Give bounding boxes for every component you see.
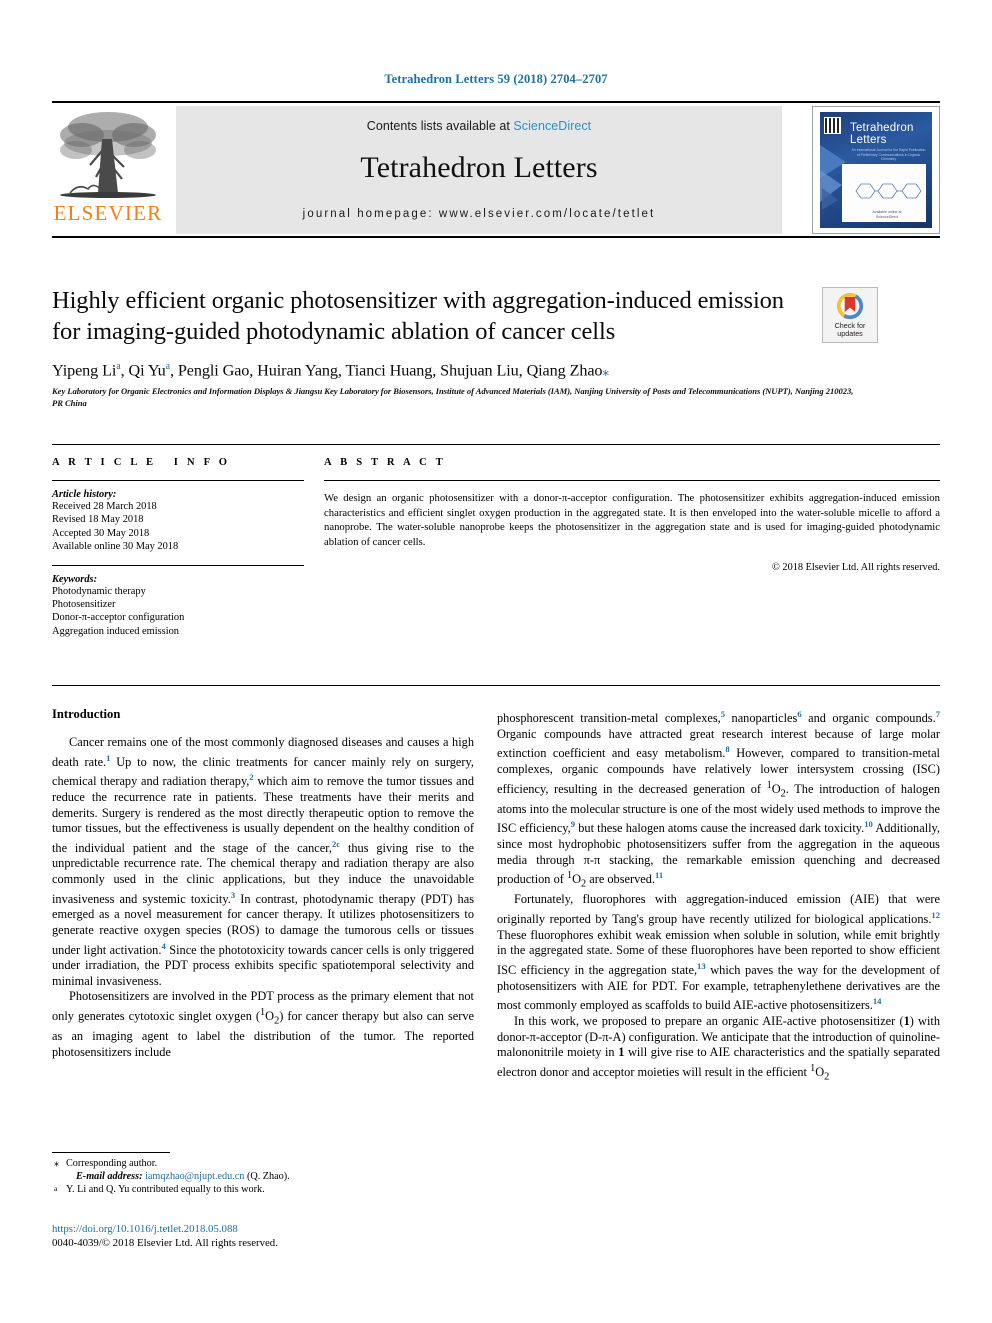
abstract-column: A B S T R A C T We design an organic pho… — [324, 457, 940, 573]
article-info-divider — [52, 480, 304, 481]
keywords-divider — [52, 564, 304, 566]
footnote-corresponding: ⁎ Corresponding author. — [52, 1157, 474, 1170]
email-link[interactable]: iamqzhao@njupt.edu.cn — [145, 1171, 244, 1182]
sciencedirect-link[interactable]: ScienceDirect — [513, 119, 591, 133]
journal-banner: Contents lists available at ScienceDirec… — [176, 106, 782, 234]
article-info-heading: A R T I C L E I N F O — [52, 457, 231, 468]
elsevier-tree-icon — [60, 112, 156, 198]
abstract-heading: A B S T R A C T — [324, 457, 446, 468]
keyword-item: Photosensitizer — [52, 599, 116, 611]
footnote-email: E-mail address: iamqzhao@njupt.edu.cn (Q… — [52, 1170, 474, 1183]
history-available-online: Available online 30 May 2018 — [52, 541, 179, 553]
cover-subtitle: An International Journal for the Rapid P… — [851, 148, 926, 161]
history-accepted: Accepted 30 May 2018 — [52, 527, 150, 539]
abstract-copyright: © 2018 Elsevier Ltd. All rights reserved… — [772, 562, 940, 574]
article-history-label: Article history: — [52, 489, 117, 500]
footnote-a-mark: a — [54, 1184, 58, 1194]
crossmark-label: Check for updates — [834, 321, 866, 338]
section-heading-introduction: Introduction — [52, 707, 121, 721]
journal-masthead: ELSEVIER Contents lists available at Sci… — [52, 101, 940, 238]
keyword-item: Donor-π-acceptor configuration — [52, 612, 185, 624]
email-suffix: (Q. Zhao). — [246, 1171, 290, 1183]
history-revised: Revised 18 May 2018 — [52, 514, 144, 526]
info-abstract-band: A R T I C L E I N F O Article history: R… — [52, 444, 940, 686]
journal-cover-thumbnail: Tetrahedron Letters An International Jou… — [812, 106, 940, 234]
paragraph: phosphorescent transition-metal complexe… — [497, 709, 941, 890]
footnote-equal-contribution: a Y. Li and Q. Yu contributed equally to… — [52, 1183, 474, 1196]
abstract-divider — [324, 480, 940, 481]
article-info-column: A R T I C L E I N F O Article history: R… — [52, 457, 304, 638]
issn-copyright: 0040-4039/© 2018 Elsevier Ltd. All right… — [52, 1237, 278, 1249]
paper-page: Tetrahedron Letters 59 (2018) 2704–2707 — [0, 0, 992, 1323]
cover-footer: Available online at ScienceDirect — [872, 210, 902, 219]
elsevier-wordmark: ELSEVIER — [53, 201, 163, 225]
paragraph: Fortunately, fluorophores with aggregati… — [497, 892, 940, 1013]
title-block: Highly efficient organic photosensitizer… — [52, 285, 853, 409]
abstract-text: We design an organic photosensitizer wit… — [324, 492, 940, 548]
crossmark-icon — [836, 292, 864, 320]
author-list: Yipeng Lia, Qi Yua, Pengli Gao, Huiran Y… — [52, 361, 609, 380]
footnotes: ⁎ Corresponding author. E-mail address: … — [52, 1152, 474, 1197]
body-column-right: phosphorescent transition-metal complexe… — [497, 707, 940, 1085]
paragraph: Cancer remains one of the most commonly … — [52, 735, 475, 988]
paragraph: Photosensitizers are involved in the PDT… — [52, 989, 474, 1059]
history-received: Received 28 March 2018 — [52, 501, 157, 512]
keywords-label: Keywords: — [52, 573, 98, 585]
footnote-corresponding-text: Corresponding author. — [66, 1158, 158, 1169]
footnote-star-mark: ⁎ — [54, 1158, 60, 1169]
contents-prefix: Contents lists available at — [366, 119, 514, 133]
cover-molecule-graphic — [855, 183, 922, 199]
doi-link[interactable]: https://doi.org/10.1016/j.tetlet.2018.05… — [52, 1222, 492, 1236]
affiliation: Key Laboratory for Organic Electronics a… — [52, 386, 854, 408]
email-label: E-mail address: — [76, 1171, 143, 1183]
crossmark-badge[interactable]: Check for updates — [822, 287, 878, 343]
running-head: Tetrahedron Letters 59 (2018) 2704–2707 — [384, 72, 608, 86]
paragraph: In this work, we proposed to prepare an … — [497, 1013, 940, 1083]
journal-homepage-link[interactable]: journal homepage: www.elsevier.com/locat… — [176, 208, 782, 220]
cover-title: Tetrahedron Letters — [850, 122, 914, 146]
keyword-item: Aggregation induced emission — [52, 625, 179, 637]
footnote-equal-text: Y. Li and Q. Yu contributed equally to t… — [66, 1184, 265, 1196]
body-column-left: Introduction Cancer remains one of the m… — [52, 707, 474, 1060]
journal-title: Tetrahedron Letters — [360, 151, 598, 184]
contents-available-line: Contents lists available at ScienceDirec… — [176, 106, 782, 133]
page-title: Highly efficient organic photosensitizer… — [52, 287, 784, 345]
cover-qr-icon — [824, 117, 841, 134]
elsevier-logo: ELSEVIER — [52, 105, 170, 235]
keyword-item: Photodynamic therapy — [52, 585, 146, 597]
doi-block: https://doi.org/10.1016/j.tetlet.2018.05… — [52, 1222, 492, 1250]
footnote-divider — [52, 1152, 170, 1153]
